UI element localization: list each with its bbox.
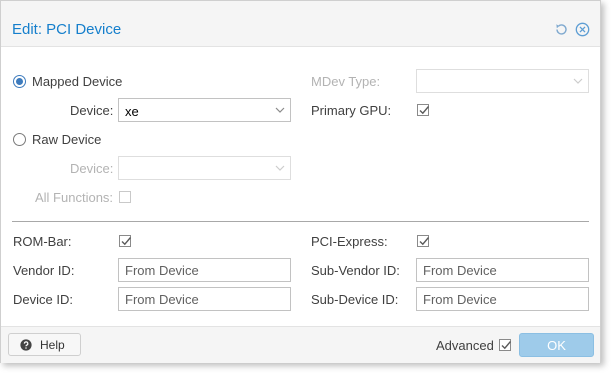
mdev-type-select [416,69,589,93]
all-functions-label: All Functions: [35,190,114,205]
dialog-title: Edit: PCI Device [12,21,122,38]
help-button-label: Help [40,338,65,352]
vendor-id-field[interactable] [118,258,291,282]
chevron-down-icon [275,165,285,171]
help-button[interactable]: Help [8,333,81,356]
chevron-down-icon [275,107,285,113]
mapped-device-radio[interactable] [13,75,26,88]
sub-vendor-id-field[interactable] [416,258,589,282]
device-select[interactable]: xe [118,98,291,122]
mdev-type-label: MDev Type: [311,74,381,89]
vendor-id-label: Vendor ID: [13,263,75,278]
raw-device-radio[interactable] [13,133,26,146]
advanced-label: Advanced [436,338,494,353]
question-circle-icon [20,339,32,351]
primary-gpu-checkbox[interactable] [417,104,430,116]
reset-icon[interactable] [554,22,569,37]
sub-vendor-id-input[interactable] [417,259,588,281]
device-id-label: Device ID: [13,292,73,307]
rom-bar-checkbox[interactable] [119,235,132,247]
sub-device-id-field[interactable] [416,287,589,311]
checkmark-icon [419,237,430,246]
ok-button[interactable]: OK [519,333,594,357]
device-id-input[interactable] [119,288,290,310]
all-functions-checkbox [119,191,131,203]
device-select-value: xe [125,104,139,119]
primary-gpu-label: Primary GPU: [311,103,392,118]
rom-bar-label: ROM-Bar: [13,234,72,249]
checkmark-icon [501,341,512,350]
pci-express-label: PCI-Express: [311,234,388,249]
sub-vendor-id-label: Sub-Vendor ID: [311,263,400,278]
close-icon[interactable] [575,22,590,37]
device-label: Device: [70,103,114,118]
ok-button-label: OK [547,338,566,353]
mapped-device-label: Mapped Device [32,74,123,89]
vendor-id-input[interactable] [119,259,290,281]
raw-device-device-label: Device: [70,161,114,176]
device-id-field[interactable] [118,287,291,311]
checkmark-icon [419,106,430,115]
sub-device-id-label: Sub-Device ID: [311,292,399,307]
sub-device-id-input[interactable] [417,288,588,310]
advanced-checkbox[interactable] [499,339,512,351]
dialog-footer: Help Advanced OK [1,326,600,363]
checkmark-icon [121,237,132,246]
advanced-divider [12,221,589,222]
raw-device-select [118,156,291,180]
dialog-header: Edit: PCI Device [1,1,600,47]
edit-pci-device-dialog: Edit: PCI Device Mapped Device Device: x… [0,0,601,363]
raw-device-label: Raw Device [32,132,102,147]
chevron-down-icon [573,78,583,84]
pci-express-checkbox[interactable] [417,235,430,247]
